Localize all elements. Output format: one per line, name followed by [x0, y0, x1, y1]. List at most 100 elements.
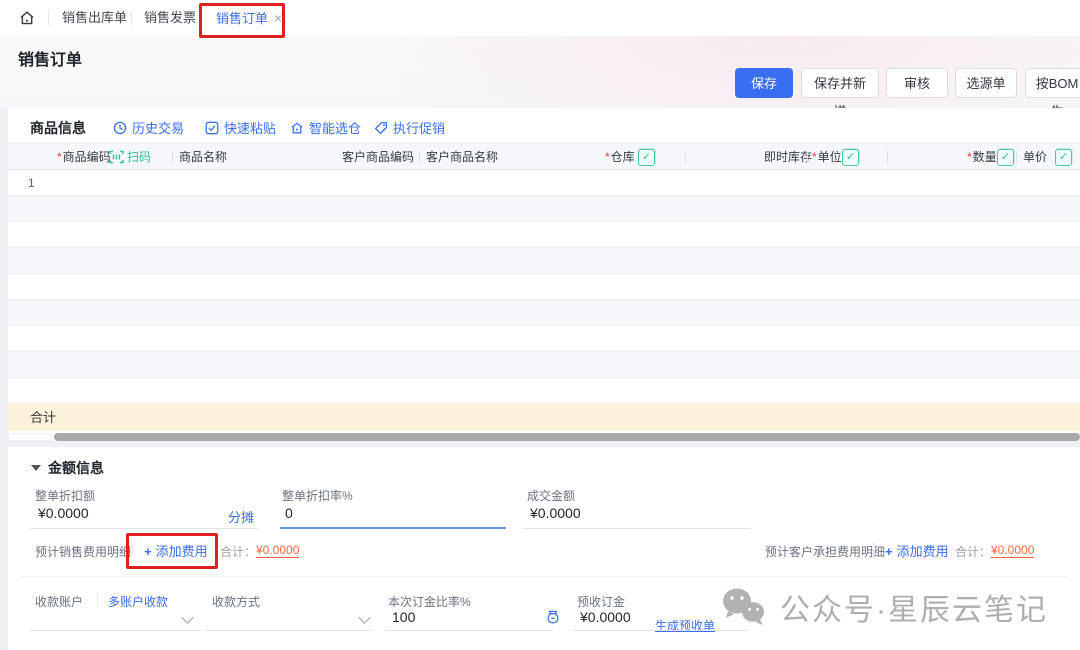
table-row[interactable]	[8, 352, 1080, 378]
multi-account-link[interactable]: 多账户收款	[108, 593, 168, 610]
select-source-button[interactable]: 选源单	[955, 68, 1017, 98]
table-row[interactable]	[8, 326, 1080, 352]
watermark: 公众号·星辰云笔记	[718, 585, 1048, 629]
scrollbar-thumb[interactable]	[54, 433, 1080, 441]
sales-fee-detail-label: 预计销售费用明细	[35, 543, 131, 560]
column-divider	[1016, 151, 1017, 163]
horizontal-scrollbar	[8, 433, 1080, 441]
required-mark: *	[605, 150, 610, 164]
col-unit: *单位	[812, 144, 842, 170]
deposit-value[interactable]: ¥0.0000	[580, 609, 631, 625]
audit-button[interactable]: 审核	[886, 68, 948, 98]
home-icon[interactable]	[18, 9, 36, 27]
scan-code-button[interactable]: 扫码	[109, 144, 151, 170]
table-row[interactable]	[8, 274, 1080, 300]
quick-paste-label: 快速粘贴	[224, 118, 276, 137]
deal-amount-value[interactable]: ¥0.0000	[530, 505, 581, 521]
product-info-title: 商品信息	[30, 118, 86, 138]
money-bag-lock-icon[interactable]	[545, 609, 561, 625]
table-row[interactable]: 1	[8, 170, 1080, 196]
discount-rate-value[interactable]: 0	[285, 505, 293, 521]
collapse-triangle-icon[interactable]	[31, 465, 41, 471]
tab-bar: 销售出库单 销售发票 销售订单 ×	[0, 0, 1080, 36]
history-trade-label: 历史交易	[132, 118, 184, 137]
column-divider	[887, 151, 888, 163]
plus-icon: +	[144, 544, 152, 559]
tab-sales-order-label: 销售订单	[216, 11, 268, 26]
discount-rate-label: 整单折扣率%	[282, 487, 353, 504]
col-stock: 即时库存	[764, 144, 812, 170]
table-row[interactable]	[8, 378, 1080, 404]
checkbox-icon	[205, 121, 219, 135]
scrollbar-corner	[8, 433, 52, 441]
product-info-panel: 商品信息 历史交易 快速粘贴 智能选仓 执行促销 *商品编码 扫码 商品名称 客	[8, 108, 1080, 441]
sales-fee-total-value[interactable]: ¥0.0000	[256, 543, 299, 558]
label-divider	[97, 593, 98, 606]
watermark-text: 公众号·星辰云笔记	[780, 585, 1048, 629]
deposit-rate-label: 本次订金比率%	[388, 593, 471, 610]
unit-batch-checkbox-icon[interactable]: ✓	[842, 149, 859, 166]
table-body: 1	[8, 170, 1080, 404]
column-divider	[419, 151, 420, 163]
promotion-link[interactable]: 执行促销	[374, 118, 445, 137]
customer-fee-detail-label: 预计客户承担费用明细	[765, 543, 885, 560]
table-row[interactable]	[8, 196, 1080, 222]
table-row[interactable]	[8, 300, 1080, 326]
save-and-new-button[interactable]: 保存并新增	[801, 68, 879, 98]
tab-sales-invoice[interactable]: 销售发票	[144, 0, 196, 36]
price-batch-checkbox-icon[interactable]: ✓	[1055, 149, 1072, 166]
quick-paste-link[interactable]: 快速粘贴	[205, 118, 276, 137]
wechat-icon	[718, 585, 768, 629]
scan-code-label: 扫码	[127, 144, 151, 170]
tag-icon	[374, 121, 388, 135]
discount-amount-label: 整单折扣额	[35, 487, 95, 504]
page-title: 销售订单	[18, 46, 82, 70]
table-row[interactable]	[8, 248, 1080, 274]
customer-fee-total-label: 合计：	[955, 543, 991, 560]
section-divider	[22, 576, 1066, 577]
history-trade-link[interactable]: 历史交易	[113, 118, 184, 137]
add-sales-fee-button[interactable]: +添加费用	[144, 541, 208, 560]
fee-divider	[132, 542, 133, 555]
generate-receipt-link[interactable]: 生成预收单	[655, 617, 715, 634]
chevron-down-icon[interactable]	[358, 611, 371, 624]
deposit-label: 预收订金	[577, 593, 625, 610]
warehouse-icon	[290, 121, 304, 135]
smart-warehouse-label: 智能选仓	[309, 118, 361, 137]
field-underline	[523, 528, 751, 529]
select-underline[interactable]	[205, 630, 373, 631]
chevron-down-icon[interactable]	[181, 611, 194, 624]
save-button[interactable]: 保存	[735, 68, 793, 98]
total-label: 合计	[30, 410, 56, 425]
deal-amount-label: 成交金额	[527, 487, 575, 504]
deposit-rate-value[interactable]: 100	[392, 609, 415, 625]
discount-amount-value[interactable]: ¥0.0000	[38, 505, 89, 521]
table-row[interactable]	[8, 222, 1080, 248]
clock-icon	[113, 121, 127, 135]
by-bom-button[interactable]: 按BOM生	[1025, 68, 1080, 98]
sales-order-page: 销售出库单 销售发票 销售订单 × 销售订单 保存 保存并新增 审核 选源单 按B…	[0, 0, 1080, 650]
close-icon[interactable]: ×	[274, 10, 282, 26]
customer-fee-total-value[interactable]: ¥0.0000	[991, 543, 1034, 558]
tab-sales-order-active[interactable]: 销售订单 ×	[216, 0, 282, 36]
col-product-name: 商品名称	[179, 144, 227, 170]
column-divider	[172, 151, 173, 163]
add-customer-fee-button[interactable]: +添加费用	[885, 541, 949, 560]
topbar-divider	[48, 10, 49, 25]
select-underline[interactable]	[30, 630, 200, 631]
table-header-row: *商品编码 扫码 商品名称 客户商品编码 客户商品名称 *仓库 ✓ 即时库存 *…	[8, 143, 1080, 170]
col-customer-product-name: 客户商品名称	[426, 144, 498, 170]
receive-method-label: 收款方式	[212, 593, 260, 610]
receive-account-label: 收款账户	[35, 593, 83, 610]
amount-section-title: 金额信息	[48, 458, 104, 478]
col-warehouse: *仓库	[605, 144, 635, 170]
required-mark: *	[812, 150, 817, 164]
plus-icon: +	[885, 544, 893, 559]
warehouse-batch-checkbox-icon[interactable]: ✓	[638, 149, 655, 166]
tab-sales-outbound[interactable]: 销售出库单	[62, 0, 127, 36]
column-divider	[807, 151, 808, 163]
share-link[interactable]: 分摊	[228, 507, 254, 526]
qty-batch-checkbox-icon[interactable]: ✓	[997, 149, 1014, 166]
col-customer-product-code: 客户商品编码	[342, 144, 414, 170]
smart-warehouse-link[interactable]: 智能选仓	[290, 118, 361, 137]
